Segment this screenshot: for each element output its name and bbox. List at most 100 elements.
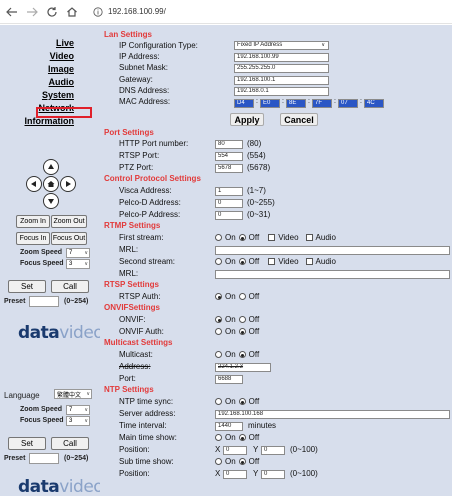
sub-position-y-input[interactable]: 0 (261, 470, 285, 479)
ptz-up-icon[interactable] (43, 159, 59, 175)
sidebar-link-video[interactable]: Video (0, 50, 74, 63)
sub-position-y-label: Y (253, 469, 259, 478)
rtsp-auth-on-radio[interactable] (215, 293, 222, 300)
main-time-show-on-radio[interactable] (215, 434, 222, 441)
second-stream-off-radio[interactable] (238, 258, 246, 265)
multicast-address-input[interactable]: 224.1.2.3 (215, 363, 271, 372)
zoom-out-button[interactable]: Zoom Out (51, 215, 87, 228)
rtsp-port-note: (554) (247, 151, 266, 160)
mrl-input[interactable] (215, 246, 450, 255)
pelcop-address-label: Pelco-P Address: (119, 210, 181, 219)
focus-speed-select-2[interactable]: 3 ∨ (66, 416, 90, 426)
forward-arrow-icon[interactable] (24, 4, 40, 20)
refresh-icon[interactable] (44, 4, 60, 20)
onvif-label: ONVIF: (119, 315, 146, 324)
ptz-right-icon[interactable] (60, 176, 76, 192)
multicast-port-input[interactable]: 6688 (215, 375, 243, 384)
back-arrow-icon[interactable] (4, 4, 20, 20)
main-position-x-input[interactable]: 0 (223, 446, 247, 455)
zoom-speed-select[interactable]: 7 ∨ (66, 248, 90, 258)
visca-address-input[interactable]: 1 (215, 187, 243, 196)
onvif-off-radio[interactable] (238, 316, 246, 323)
multicast-on-radio[interactable] (215, 351, 222, 358)
ptz-port-label: PTZ Port: (119, 163, 154, 172)
gateway-label: Gateway: (119, 75, 153, 84)
preset-input[interactable] (29, 296, 59, 307)
rtsp-auth-off-radio[interactable] (238, 293, 246, 300)
sidebar-link-system[interactable]: System (0, 89, 74, 102)
first-stream-label: First stream: (119, 233, 164, 242)
second-stream-video-checkbox[interactable] (268, 258, 276, 265)
sub-time-show-off-radio[interactable] (238, 458, 246, 465)
sub-position-x-input[interactable]: 0 (223, 470, 247, 479)
subnet-mask-input[interactable]: 255.255.255.0 (234, 64, 329, 73)
rtsp-port-input[interactable]: 554 (215, 152, 243, 161)
preset-set-button-2[interactable]: Set (8, 437, 46, 450)
ntp-server-input[interactable]: 192.168.100.168 (215, 410, 450, 419)
dns-input[interactable]: 192.168.0.1 (234, 87, 329, 96)
language-select[interactable]: 繁體中文 ∨ (54, 389, 92, 399)
focus-speed-value-2: 3 (69, 418, 73, 424)
second-stream-audio-checkbox[interactable] (305, 258, 313, 265)
sub-time-show-on-radio[interactable] (215, 458, 222, 465)
pelcod-address-input[interactable]: 0 (215, 199, 243, 208)
main-position-range: (0~100) (290, 445, 318, 454)
first-stream-off-radio[interactable] (238, 234, 246, 241)
focus-in-button[interactable]: Focus In (16, 232, 50, 245)
mac-octet-6[interactable]: 4C (364, 99, 384, 108)
datavideo-logo-2: datavideo (18, 477, 104, 496)
preset-call-button[interactable]: Call (51, 280, 89, 293)
ptz-left-icon[interactable] (26, 176, 42, 192)
ntp-sync-on-label: On (225, 397, 236, 406)
second-stream-on-radio[interactable] (215, 258, 222, 265)
first-stream-on-label: On (225, 233, 236, 242)
ip-address-input[interactable]: 192.168.100.99 (234, 53, 329, 62)
pelcop-address-input[interactable]: 0 (215, 211, 243, 220)
main-position-y-input[interactable]: 0 (261, 446, 285, 455)
cancel-button[interactable]: Cancel (280, 113, 318, 126)
mac-octet-5[interactable]: 07 (338, 99, 358, 108)
onvif-auth-on-radio[interactable] (215, 328, 222, 335)
mac-octet-1[interactable]: D4 (234, 99, 254, 108)
first-stream-audio-checkbox[interactable] (305, 234, 313, 241)
ptz-down-icon[interactable] (43, 193, 59, 209)
multicast-off-radio[interactable] (238, 351, 246, 358)
sub-time-show-off-label: Off (248, 457, 260, 466)
sub-position-x-label: X (215, 469, 221, 478)
mrl2-input[interactable] (215, 270, 450, 279)
ntp-server-label: Server address: (119, 409, 176, 418)
ntp-sync-on-radio[interactable] (215, 398, 222, 405)
gateway-input[interactable]: 192.168.100.1 (234, 76, 329, 85)
zoom-speed-select-2[interactable]: 7 ∨ (66, 405, 90, 415)
mac-octet-4[interactable]: 7F (312, 99, 332, 108)
info-icon[interactable] (92, 6, 104, 18)
first-stream-on-radio[interactable] (215, 234, 222, 241)
focus-out-button[interactable]: Focus Out (51, 232, 87, 245)
home-icon[interactable] (64, 4, 80, 20)
main-time-show-off-radio[interactable] (238, 434, 246, 441)
address-bar[interactable]: 192.168.100.99/ (108, 7, 166, 16)
apply-button[interactable]: Apply (230, 113, 264, 126)
ntp-interval-input[interactable]: 1440 (215, 422, 243, 431)
ip-type-select[interactable]: Fixed IP Address ∨ (234, 41, 329, 50)
ptz-port-input[interactable]: 5678 (215, 164, 243, 173)
http-port-input[interactable]: 80 (215, 140, 243, 149)
preset-input-2[interactable] (29, 453, 59, 464)
focus-speed-select[interactable]: 3 ∨ (66, 259, 90, 269)
onvif-on-radio[interactable] (215, 316, 222, 323)
sub-time-show-options: On Off (215, 457, 259, 466)
ntp-sync-off-radio[interactable] (238, 398, 246, 405)
sub-position-range: (0~100) (290, 469, 318, 478)
sidebar-link-live[interactable]: Live (0, 37, 74, 50)
first-stream-video-checkbox[interactable] (268, 234, 276, 241)
sidebar-link-audio[interactable]: Audio (0, 76, 75, 89)
preset-set-button[interactable]: Set (8, 280, 46, 293)
preset-call-button-2[interactable]: Call (51, 437, 89, 450)
sidebar-link-image[interactable]: Image (0, 63, 74, 76)
mac-octet-2[interactable]: E0 (260, 99, 280, 108)
zoom-in-button[interactable]: Zoom In (16, 215, 50, 228)
language-label: Language (4, 391, 40, 400)
mac-octet-3[interactable]: 8E (286, 99, 306, 108)
onvif-auth-off-radio[interactable] (238, 328, 246, 335)
ptz-home-icon[interactable] (43, 176, 59, 192)
